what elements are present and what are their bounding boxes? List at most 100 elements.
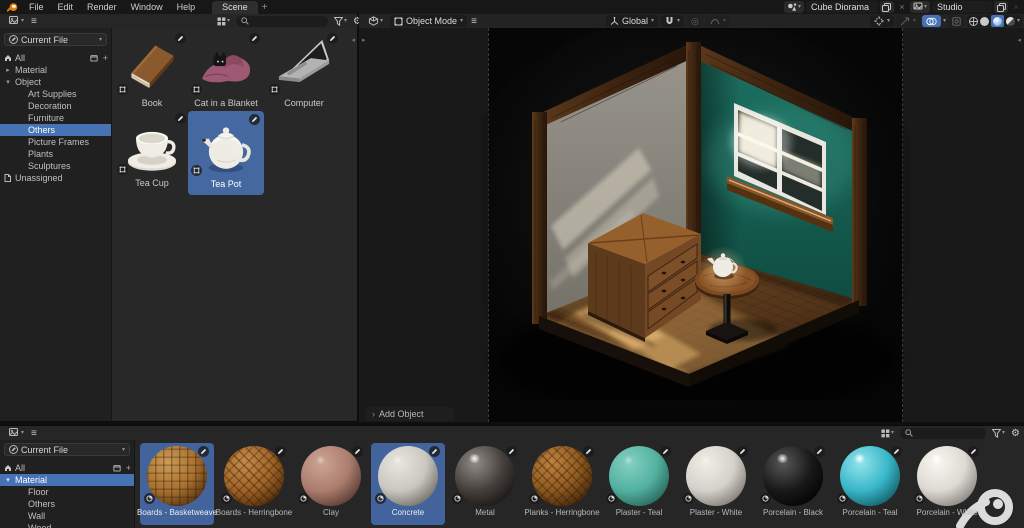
- asset-tile-cat-in-a-blanket[interactable]: Cat in a Blanket: [188, 33, 264, 110]
- collapse-sidebar-icon[interactable]: ◂: [351, 36, 355, 44]
- menu-window[interactable]: Window: [124, 2, 170, 12]
- catalog-item-unassigned[interactable]: Unassigned: [0, 172, 111, 184]
- catalog-item-wood[interactable]: Wood: [0, 522, 134, 528]
- edit-asset-icon[interactable]: [249, 114, 260, 125]
- asset-search-input[interactable]: [236, 16, 328, 27]
- toggle-xray-button[interactable]: [948, 15, 965, 27]
- snapping-button[interactable]: ▾: [661, 15, 684, 27]
- material-tile-boards-herringbone[interactable]: Boards - Herringbone: [217, 443, 291, 525]
- editor-menu-icon[interactable]: ≡: [471, 16, 477, 27]
- material-tile-concrete[interactable]: Concrete: [371, 443, 445, 525]
- edit-asset-icon[interactable]: [249, 33, 260, 44]
- material-tile-porcelain-white[interactable]: Porcelain - White: [910, 443, 984, 525]
- menu-edit[interactable]: Edit: [51, 2, 81, 12]
- display-settings-button[interactable]: ▾: [878, 427, 897, 439]
- edit-asset-icon[interactable]: [968, 446, 979, 457]
- editor-type-button[interactable]: ▾: [6, 427, 27, 439]
- shading-material-preview-button[interactable]: [991, 15, 1004, 27]
- catalog-item-floor[interactable]: Floor: [0, 486, 134, 498]
- chevron-down-icon[interactable]: ▾: [1017, 18, 1020, 24]
- menu-file[interactable]: File: [22, 2, 51, 12]
- edit-asset-icon[interactable]: [275, 446, 286, 457]
- unlink-scene-button[interactable]: ×: [896, 2, 908, 12]
- asset-tile-computer[interactable]: Computer: [266, 33, 342, 110]
- edit-asset-icon[interactable]: [175, 33, 186, 44]
- scene-browse-button[interactable]: ▾: [784, 1, 804, 13]
- material-tile-clay[interactable]: Clay: [294, 443, 368, 525]
- new-view-layer-button[interactable]: [994, 1, 1008, 13]
- add-object-panel[interactable]: › Add Object: [366, 407, 454, 421]
- catalog-item-plants[interactable]: Plants: [0, 148, 111, 160]
- edit-asset-icon[interactable]: [891, 446, 902, 457]
- remove-view-layer-button[interactable]: ×: [1010, 2, 1022, 12]
- toggle-xray-alt-button[interactable]: ▾: [896, 15, 920, 27]
- sidebar-toggle-icon[interactable]: ◂: [1017, 36, 1021, 44]
- edit-asset-icon[interactable]: [175, 113, 186, 124]
- new-scene-button[interactable]: [880, 1, 894, 13]
- catalog-item-material[interactable]: ▸Material: [0, 64, 111, 76]
- show-gizmos-button[interactable]: ▾: [870, 15, 894, 27]
- material-tile-plaster-teal[interactable]: Plaster - Teal: [602, 443, 676, 525]
- editor-menu-icon[interactable]: ≡: [31, 16, 37, 27]
- edit-asset-icon[interactable]: [198, 446, 209, 457]
- expand-icon[interactable]: ▸: [4, 66, 12, 74]
- collapse-icon[interactable]: ▾: [4, 78, 12, 86]
- catalog-item-others[interactable]: Others: [0, 124, 111, 136]
- shading-solid-button[interactable]: [980, 17, 989, 26]
- editor-type-button[interactable]: ▾: [365, 15, 386, 27]
- gear-icon[interactable]: ⚙: [1011, 428, 1020, 439]
- mode-selector[interactable]: Object Mode ▾: [390, 15, 467, 27]
- editor-menu-icon[interactable]: ≡: [31, 428, 37, 439]
- editor-type-button[interactable]: ▾: [6, 15, 27, 27]
- catalog-item-picture-frames[interactable]: Picture Frames: [0, 136, 111, 148]
- workspace-tab-scene[interactable]: Scene: [212, 1, 258, 14]
- add-workspace-button[interactable]: +: [262, 2, 268, 13]
- collapse-icon[interactable]: ▾: [4, 476, 12, 484]
- asset-source-select[interactable]: Current File ▾: [4, 33, 107, 46]
- blender-logo-icon[interactable]: [7, 2, 18, 13]
- viewport-3d[interactable]: ▸ ◂: [359, 28, 1024, 422]
- catalog-item-decoration[interactable]: Decoration: [0, 100, 111, 112]
- view-layer-browse-button[interactable]: ▾: [910, 1, 930, 13]
- catalog-item-art-supplies[interactable]: Art Supplies: [0, 88, 111, 100]
- edit-asset-icon[interactable]: [737, 446, 748, 457]
- material-search-input[interactable]: [900, 428, 986, 439]
- catalog-item-material[interactable]: ▾Material: [0, 474, 134, 486]
- edit-asset-icon[interactable]: [327, 33, 338, 44]
- add-catalog-icon[interactable]: +: [126, 463, 131, 473]
- edit-asset-icon[interactable]: [814, 446, 825, 457]
- menu-help[interactable]: Help: [170, 2, 203, 12]
- new-catalog-icon[interactable]: [113, 464, 121, 472]
- display-settings-button[interactable]: ▾: [214, 15, 233, 27]
- asset-tile-tea-pot[interactable]: Tea Pot: [188, 111, 264, 195]
- edit-asset-icon[interactable]: [660, 446, 671, 457]
- catalog-item-object[interactable]: ▾Object: [0, 76, 111, 88]
- material-tile-plaster-white[interactable]: Plaster - White: [679, 443, 753, 525]
- material-tile-metal[interactable]: Metal: [448, 443, 522, 525]
- filter-button[interactable]: ▾: [989, 427, 1008, 439]
- transform-orientation-selector[interactable]: Global ▾: [606, 15, 658, 27]
- catalog-item-all[interactable]: All+: [0, 462, 134, 474]
- shelf-source-select[interactable]: Current File ▾: [4, 443, 130, 456]
- menu-render[interactable]: Render: [80, 2, 124, 12]
- edit-asset-icon[interactable]: [352, 446, 363, 457]
- view-layer-name-field[interactable]: Studio: [932, 1, 992, 13]
- scene-name-field[interactable]: Cube Diorama: [806, 1, 878, 13]
- catalog-item-others[interactable]: Others: [0, 498, 134, 510]
- edit-asset-icon[interactable]: [429, 446, 440, 457]
- asset-tile-tea-cup[interactable]: Tea Cup: [114, 113, 190, 190]
- toolbar-toggle-icon[interactable]: ▸: [362, 36, 366, 44]
- chevron-down-icon[interactable]: ▾: [943, 18, 946, 24]
- edit-asset-icon[interactable]: [583, 446, 594, 457]
- shading-wireframe-button[interactable]: [969, 17, 978, 26]
- catalog-item-all[interactable]: All+: [0, 52, 111, 64]
- asset-tile-book[interactable]: Book: [114, 33, 190, 110]
- show-overlays-button[interactable]: [922, 15, 941, 27]
- proportional-falloff-button[interactable]: ▾: [706, 15, 730, 27]
- material-tile-planks-herringbone[interactable]: Planks - Herringbone: [525, 443, 599, 525]
- filter-button[interactable]: ▾: [331, 15, 350, 27]
- proportional-editing-button[interactable]: ◎: [687, 15, 703, 27]
- catalog-item-furniture[interactable]: Furniture: [0, 112, 111, 124]
- material-tile-porcelain-teal[interactable]: Porcelain - Teal: [833, 443, 907, 525]
- catalog-item-sculptures[interactable]: Sculptures: [0, 160, 111, 172]
